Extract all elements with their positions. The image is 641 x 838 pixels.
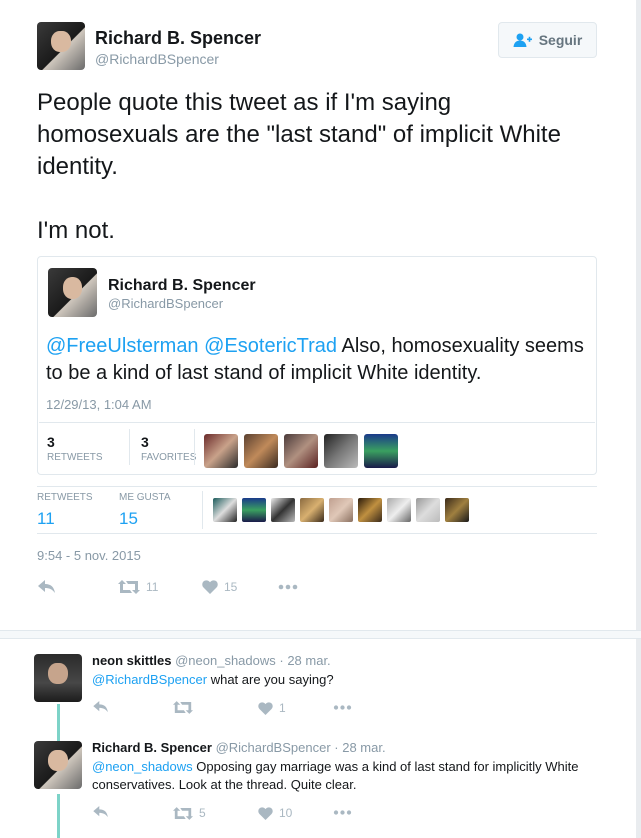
liker-avatar[interactable]: [445, 498, 469, 522]
quoted-favoriters: [204, 434, 398, 468]
quoted-retweet-stat[interactable]: 3 RETWEETS: [47, 434, 103, 463]
retweet-icon: [118, 580, 140, 594]
retweet-button[interactable]: 5: [173, 806, 206, 820]
favoriter-avatar[interactable]: [284, 434, 318, 468]
reply-author-name[interactable]: neon skittles: [92, 653, 171, 668]
reply-author-handle[interactable]: @neon_shadows: [175, 653, 276, 668]
tweet-timestamp[interactable]: 9:54 - 5 nov. 2015: [37, 548, 141, 563]
reply-avatar[interactable]: [34, 654, 82, 702]
like-button[interactable]: 1: [258, 701, 286, 715]
reply-date[interactable]: · 28 mar.: [279, 653, 330, 668]
like-button[interactable]: 15: [202, 580, 237, 594]
retweet-count: 11: [37, 509, 55, 528]
retweet-icon: [173, 701, 193, 714]
likers-avatars: [213, 498, 469, 522]
favoriter-avatar[interactable]: [324, 434, 358, 468]
scrollbar-track[interactable]: [636, 0, 641, 838]
favoriter-avatar[interactable]: [244, 434, 278, 468]
retweet-button[interactable]: 11: [118, 580, 158, 594]
divider: [37, 533, 597, 534]
quoted-retweet-count: 3: [47, 434, 55, 450]
heart-icon: [258, 701, 273, 715]
reply-icon: [93, 701, 108, 713]
retweet-count-action: 11: [146, 580, 159, 594]
divider: [37, 486, 597, 487]
liker-avatar[interactable]: [213, 498, 237, 522]
author-handle[interactable]: @RichardBSpencer: [95, 51, 219, 67]
reply-author-handle[interactable]: @RichardBSpencer: [216, 740, 331, 755]
reply-avatar[interactable]: [34, 741, 82, 789]
quoted-favorite-stat[interactable]: 3 FAVORITES: [129, 429, 196, 465]
divider: [202, 491, 203, 529]
more-icon: [333, 705, 352, 710]
quoted-author-avatar[interactable]: [48, 268, 97, 317]
quoted-timestamp[interactable]: 12/29/13, 1:04 AM: [46, 397, 152, 412]
divider: [194, 429, 195, 465]
follow-button-label: Seguir: [538, 32, 583, 48]
heart-icon: [202, 580, 218, 594]
liker-avatar[interactable]: [242, 498, 266, 522]
reply-button[interactable]: [93, 701, 109, 713]
liker-avatar[interactable]: [329, 498, 353, 522]
quoted-tweet-text: @FreeUlsterman @EsotericTrad Also, homos…: [46, 333, 586, 387]
mention-link[interactable]: @FreeUlsterman: [46, 335, 199, 357]
reply-icon: [38, 580, 55, 593]
reply-button[interactable]: [93, 806, 109, 818]
follow-user-icon: [513, 33, 532, 47]
liker-avatar[interactable]: [358, 498, 382, 522]
quoted-author-name[interactable]: Richard B. Spencer: [108, 277, 256, 295]
reply-like-count: 10: [279, 806, 293, 820]
more-icon: [333, 810, 352, 815]
more-button[interactable]: [333, 806, 352, 819]
quoted-favorite-count: 3: [141, 434, 149, 450]
retweet-button[interactable]: [173, 701, 199, 714]
liker-avatar[interactable]: [300, 498, 324, 522]
thread-separator: [0, 631, 641, 639]
like-count-action: 15: [224, 580, 238, 594]
reply-retweet-count: 5: [199, 806, 206, 820]
reply-date[interactable]: · 28 mar.: [334, 740, 385, 755]
author-name[interactable]: Richard B. Spencer: [95, 28, 261, 49]
quoted-tweet[interactable]: Richard B. Spencer @RichardBSpencer @Fre…: [37, 256, 597, 475]
liker-avatar[interactable]: [387, 498, 411, 522]
more-icon: [278, 584, 298, 590]
reply-author-name[interactable]: Richard B. Spencer: [92, 740, 212, 755]
retweet-icon: [173, 806, 193, 820]
mention-link[interactable]: @RichardBSpencer: [92, 672, 207, 687]
reply-header: neon skittles @neon_shadows · 28 mar.: [92, 653, 331, 668]
reply-text: @neon_shadows Opposing gay marriage was …: [92, 758, 597, 794]
quoted-retweet-label: RETWEETS: [47, 452, 103, 463]
reply-text: @RichardBSpencer what are you saying?: [92, 671, 597, 689]
thread-line: [57, 794, 60, 838]
favoriter-avatar[interactable]: [204, 434, 238, 468]
thread-line: [57, 704, 60, 742]
retweet-label: RETWEETS: [37, 492, 93, 503]
quoted-author-handle[interactable]: @RichardBSpencer: [108, 296, 223, 311]
likes-stat[interactable]: ME GUSTA 15: [119, 492, 170, 529]
like-button[interactable]: 10: [258, 806, 292, 820]
likes-label: ME GUSTA: [119, 492, 171, 503]
reply-header: Richard B. Spencer @RichardBSpencer · 28…: [92, 740, 386, 755]
reply-like-count: 1: [279, 701, 286, 715]
more-button[interactable]: [333, 701, 352, 714]
author-avatar[interactable]: [37, 22, 85, 70]
reply-button[interactable]: [38, 580, 56, 594]
mention-link[interactable]: @EsotericTrad: [204, 335, 337, 357]
retweet-stat[interactable]: RETWEETS 11: [37, 492, 93, 529]
follow-button[interactable]: Seguir: [498, 22, 597, 58]
reply-text-body: what are you saying?: [207, 672, 334, 687]
liker-avatar[interactable]: [271, 498, 295, 522]
divider: [39, 422, 595, 423]
heart-icon: [258, 806, 273, 820]
tweet-text: People quote this tweet as if I'm saying…: [37, 89, 561, 244]
mention-link[interactable]: @neon_shadows: [92, 759, 193, 774]
likes-count: 15: [119, 509, 138, 528]
liker-avatar[interactable]: [416, 498, 440, 522]
favoriter-avatar[interactable]: [364, 434, 398, 468]
reply-icon: [93, 806, 108, 818]
quoted-favorite-label: FAVORITES: [141, 452, 197, 463]
more-button[interactable]: [278, 580, 298, 594]
